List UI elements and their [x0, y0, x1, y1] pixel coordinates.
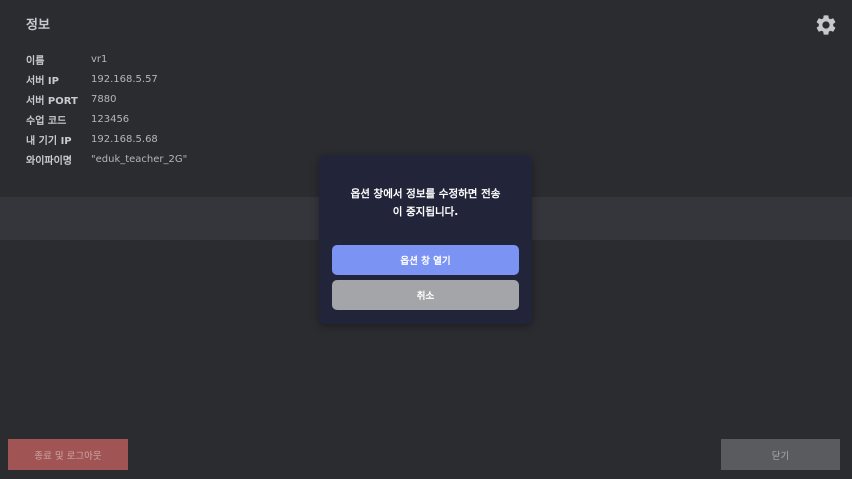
info-key: 서버 IP	[26, 75, 59, 87]
cancel-button[interactable]: 취소	[332, 280, 519, 310]
dialog-message-line2: 이 중지됩니다.	[392, 206, 459, 218]
info-key: 이름	[26, 55, 45, 67]
info-value: 192.168.5.68	[91, 133, 158, 145]
dialog-message-line1: 옵션 창에서 정보를 수정하면 전송	[350, 188, 501, 200]
info-key: 와이파이명	[26, 155, 72, 167]
info-key: 서버 PORT	[26, 95, 78, 107]
confirm-dialog: 옵션 창에서 정보를 수정하면 전송 이 중지됩니다. 옵션 창 열기 취소	[319, 155, 532, 324]
dialog-message: 옵션 창에서 정보를 수정하면 전송 이 중지됩니다.	[319, 185, 532, 221]
logout-button[interactable]: 종료 및 로그아웃	[8, 439, 128, 470]
open-options-button[interactable]: 옵션 창 열기	[332, 245, 519, 275]
close-button[interactable]: 닫기	[721, 439, 840, 470]
info-row-class-code: 수업 코드 123456	[26, 109, 187, 129]
gear-icon[interactable]	[814, 13, 838, 37]
info-value: 7880	[91, 93, 117, 105]
info-value: 192.168.5.57	[91, 73, 158, 85]
info-value: "eduk_teacher_2G"	[91, 153, 188, 165]
info-key: 내 기기 IP	[26, 135, 72, 147]
info-row-server-port: 서버 PORT 7880	[26, 89, 187, 109]
info-list: 이름 vr1 서버 IP 192.168.5.57 서버 PORT 7880 수…	[26, 49, 187, 169]
info-value: vr1	[91, 53, 108, 65]
info-value: 123456	[91, 113, 130, 125]
info-key: 수업 코드	[26, 115, 67, 127]
page-title: 정보	[26, 18, 50, 33]
info-row-name: 이름 vr1	[26, 49, 187, 69]
info-row-device-ip: 내 기기 IP 192.168.5.68	[26, 129, 187, 149]
info-row-server-ip: 서버 IP 192.168.5.57	[26, 69, 187, 89]
info-row-wifi: 와이파이명 "eduk_teacher_2G"	[26, 149, 187, 169]
